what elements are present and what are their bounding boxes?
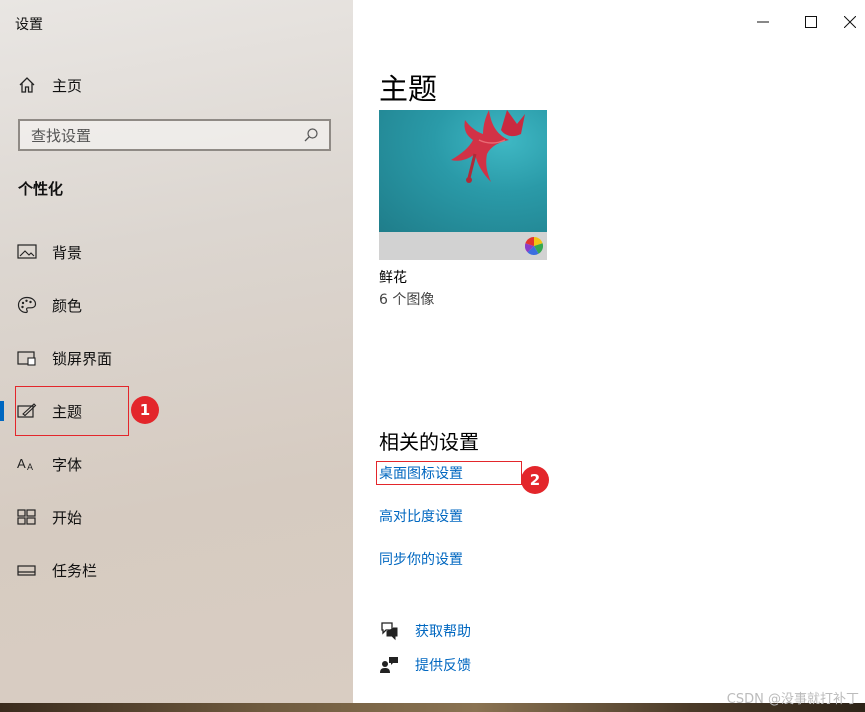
sidebar-item-label: 背景 <box>52 244 83 262</box>
section-title: 个性化 <box>18 180 64 198</box>
home-icon <box>19 77 35 93</box>
sidebar-item-label: 任务栏 <box>52 562 98 580</box>
svg-text:A: A <box>17 456 26 471</box>
app-title: 设置 <box>15 17 43 33</box>
maximize-icon <box>805 16 817 28</box>
high-contrast-settings-link[interactable]: 高对比度设置 <box>379 506 463 526</box>
close-icon <box>844 16 856 28</box>
picture-icon <box>17 244 37 259</box>
window-controls <box>739 8 865 36</box>
get-help-row[interactable]: 获取帮助 <box>379 621 471 641</box>
sidebar-item-label: 字体 <box>52 456 83 474</box>
sidebar-item-lock-screen[interactable]: 锁屏界面 <box>0 341 353 375</box>
sidebar-item-fonts[interactable]: A A 字体 <box>0 447 353 481</box>
main-content: 主题 鲜花 6 个图像 相关的设置 桌面图标设置 高对比度设置 同步你的设置 2… <box>353 0 865 703</box>
sidebar-item-taskbar[interactable]: 任务栏 <box>0 553 353 587</box>
taskbar-icon <box>17 565 36 576</box>
sidebar-item-label: 颜色 <box>52 297 83 315</box>
sidebar-item-label: 锁屏界面 <box>52 350 113 368</box>
selection-indicator <box>0 401 4 421</box>
sidebar-home[interactable]: 主页 <box>18 74 82 96</box>
sidebar-item-label: 开始 <box>52 509 83 527</box>
lock-screen-icon <box>17 351 36 366</box>
sidebar-item-start[interactable]: 开始 <box>0 500 353 534</box>
color-wheel-icon <box>525 237 543 255</box>
home-label: 主页 <box>52 76 83 95</box>
start-grid-icon <box>17 509 36 525</box>
help-chat-icon <box>381 622 398 641</box>
minimize-icon <box>757 21 769 23</box>
font-icon: A A <box>17 456 33 472</box>
theme-image-count: 6 个图像 <box>379 292 435 308</box>
feedback-row[interactable]: 提供反馈 <box>379 655 471 675</box>
svg-text:A: A <box>27 462 33 472</box>
flower-image <box>451 110 525 183</box>
watermark: CSDN @没事就打补丁 <box>726 692 859 707</box>
maximize-button[interactable] <box>787 8 835 36</box>
annotation-box-1 <box>15 386 129 436</box>
close-button[interactable] <box>835 8 865 36</box>
sync-settings-link[interactable]: 同步你的设置 <box>379 549 463 569</box>
minimize-button[interactable] <box>739 8 787 36</box>
feedback-icon <box>380 657 398 673</box>
annotation-badge-1: 1 <box>131 396 159 424</box>
theme-name: 鲜花 <box>379 270 407 286</box>
search-input[interactable]: 查找设置 <box>18 119 331 151</box>
sidebar: 设置 主页 查找设置 个性化 背景 颜色 锁屏界面 主题 A A 字体 开始 任… <box>0 0 353 703</box>
palette-icon <box>17 296 37 314</box>
sidebar-item-colors[interactable]: 颜色 <box>0 288 353 322</box>
theme-thumbnail[interactable] <box>379 110 547 260</box>
search-placeholder: 查找设置 <box>31 126 92 145</box>
get-help-link[interactable]: 获取帮助 <box>415 621 471 641</box>
feedback-link[interactable]: 提供反馈 <box>415 655 471 675</box>
search-icon[interactable] <box>303 127 319 143</box>
page-title: 主题 <box>379 72 438 106</box>
sidebar-item-background[interactable]: 背景 <box>0 235 353 269</box>
theme-preview-image <box>379 110 547 232</box>
settings-window: 设置 主页 查找设置 个性化 背景 颜色 锁屏界面 主题 A A 字体 开始 任… <box>0 0 865 703</box>
annotation-badge-2: 2 <box>521 466 549 494</box>
annotation-box-2 <box>376 461 522 485</box>
related-settings-title: 相关的设置 <box>379 430 479 454</box>
